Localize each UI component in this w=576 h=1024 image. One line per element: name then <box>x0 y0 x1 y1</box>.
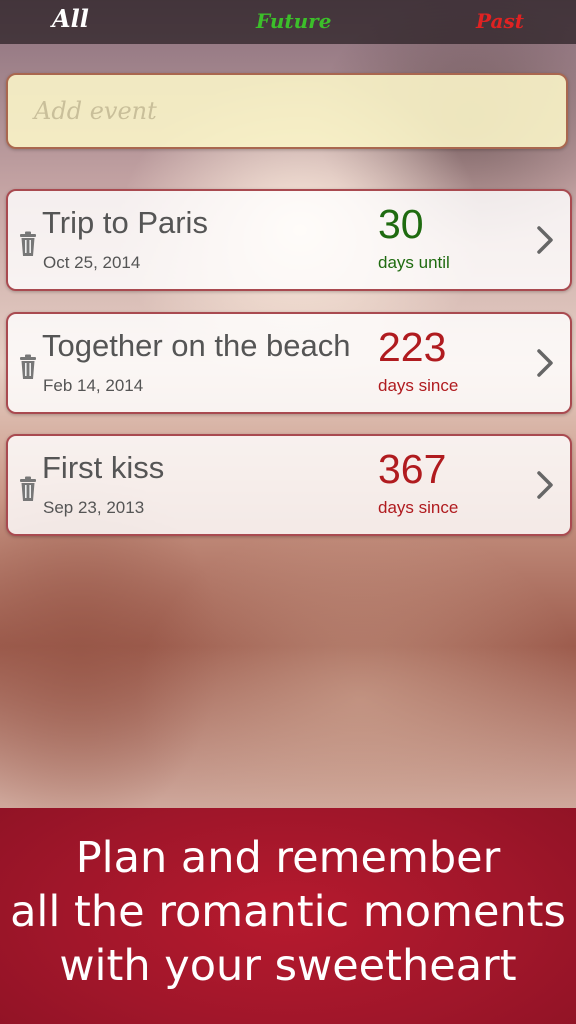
tab-past[interactable]: Past <box>476 6 524 36</box>
event-day-count: 367 <box>378 446 447 492</box>
chevron-right-icon <box>537 349 553 377</box>
promo-banner: Plan and remember all the romantic momen… <box>0 808 576 1024</box>
event-title: Trip to Paris <box>42 205 208 240</box>
event-count-label: days since <box>378 376 459 395</box>
event-title: Together on the beach <box>42 328 351 363</box>
add-event-field[interactable]: Add event <box>6 73 568 149</box>
trash-icon[interactable] <box>18 476 38 502</box>
tab-future[interactable]: Future <box>256 6 331 36</box>
add-event-placeholder: Add event <box>34 97 157 125</box>
event-date: Sep 23, 2013 <box>43 498 145 517</box>
chevron-right-icon <box>537 471 553 499</box>
promo-line-1: Plan and remember <box>75 833 501 883</box>
chevron-right-icon <box>537 226 553 254</box>
event-count-label: days until <box>378 253 450 272</box>
filter-tab-bar: All Future Past <box>0 0 576 44</box>
event-count-label: days since <box>378 498 459 517</box>
app-screen: All Future Past Add event Trip to Paris … <box>0 0 576 808</box>
event-day-count: 30 <box>378 201 424 247</box>
event-card-trip-to-paris[interactable]: Trip to Paris Oct 25, 2014 30 days until <box>6 189 572 291</box>
trash-icon[interactable] <box>18 354 38 380</box>
promo-line-2: all the romantic moments <box>10 887 566 937</box>
promo-line-3: with your sweetheart <box>59 941 517 991</box>
event-title: First kiss <box>42 450 165 485</box>
trash-icon[interactable] <box>18 231 38 257</box>
event-day-count: 223 <box>378 324 447 370</box>
event-card-together-on-the-beach[interactable]: Together on the beach Feb 14, 2014 223 d… <box>6 312 572 414</box>
tab-all[interactable]: All <box>52 4 89 34</box>
event-date: Oct 25, 2014 <box>43 253 141 272</box>
event-date: Feb 14, 2014 <box>43 376 144 395</box>
event-card-first-kiss[interactable]: First kiss Sep 23, 2013 367 days since <box>6 434 572 536</box>
